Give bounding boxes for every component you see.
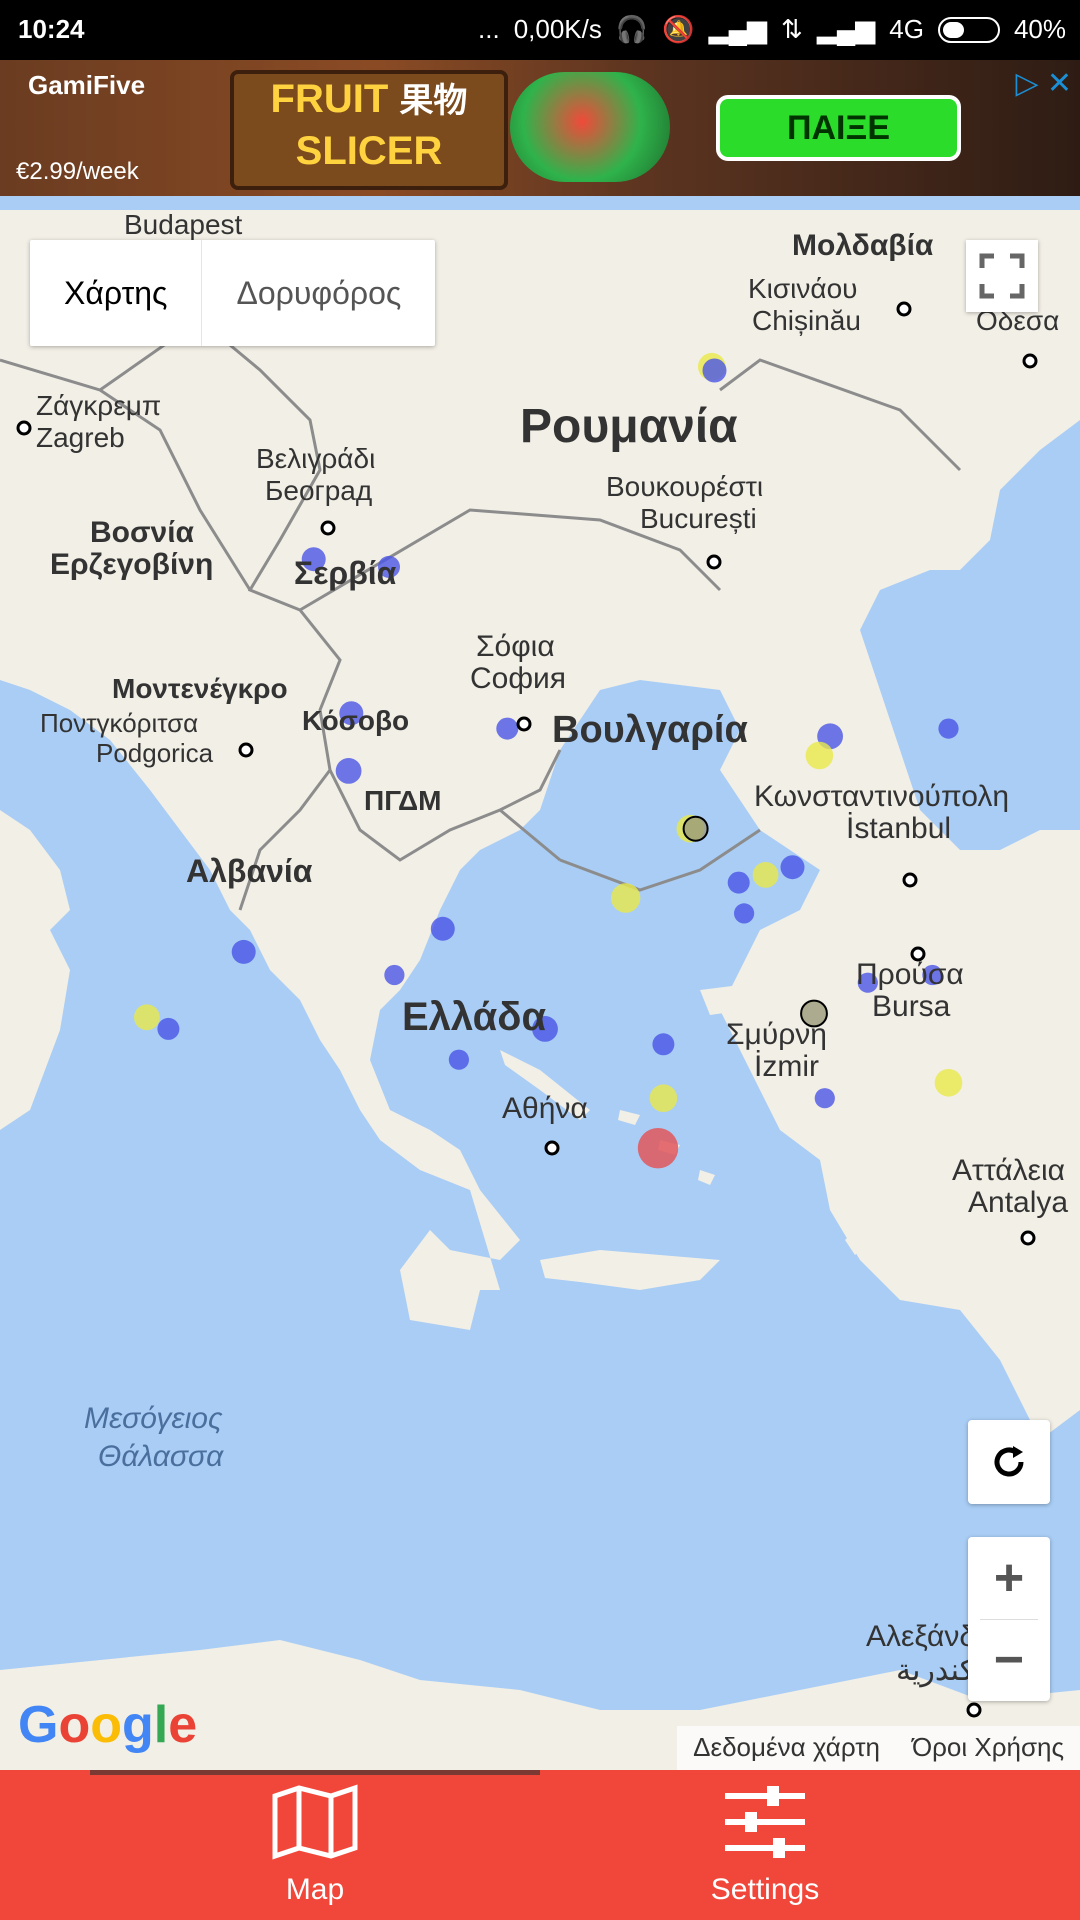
land-italy (0, 810, 70, 1130)
zoom-divider (980, 1619, 1038, 1620)
map-icon (272, 1784, 358, 1860)
earthquake-marker[interactable] (496, 717, 519, 740)
refresh-button[interactable] (968, 1420, 1050, 1504)
earthquake-marker[interactable] (231, 939, 256, 964)
earthquake-marker[interactable] (805, 741, 834, 770)
map-type-satellite[interactable]: Δορυφόρος (202, 240, 435, 346)
ad-title-cjk: 果物 (399, 82, 468, 120)
earthquake-marker[interactable] (938, 718, 959, 739)
nav-map[interactable]: Map (165, 1784, 465, 1907)
nav-map-label: Map (285, 1873, 345, 1906)
fullscreen-button[interactable] (966, 240, 1038, 312)
nav-settings-label: Settings (710, 1873, 820, 1906)
earthquake-marker[interactable] (752, 862, 779, 888)
refresh-icon (994, 1446, 1024, 1477)
zoom-control: + − (968, 1537, 1050, 1701)
nav-settings[interactable]: Settings (615, 1784, 915, 1907)
earthquake-marker[interactable] (301, 547, 326, 572)
earthquake-marker[interactable] (780, 855, 805, 880)
ad-brand: GamiFive (28, 70, 146, 100)
map-type-map[interactable]: Χάρτης (30, 240, 203, 346)
earthquake-marker[interactable] (339, 701, 364, 726)
earthquake-marker[interactable] (734, 903, 755, 924)
notification-dots: ... (478, 14, 500, 44)
network-speed: 0,00K/s (513, 14, 602, 44)
earthquake-marker[interactable] (857, 972, 878, 993)
land-europe (0, 210, 1080, 1440)
ad-price: €2.99/week (16, 158, 139, 185)
ad-title-line1: FRUIT (270, 77, 389, 121)
google-logo: Google (18, 1696, 198, 1754)
ad-play-button[interactable]: ΠΑΙΞΕ (716, 95, 961, 161)
map-type-control: Χάρτης Δορυφόρος (30, 240, 436, 346)
earthquake-marker[interactable] (378, 555, 400, 578)
earthquake-marker[interactable] (532, 1016, 558, 1042)
earthquake-marker[interactable] (335, 758, 362, 784)
earthquake-marker[interactable] (702, 358, 727, 383)
battery-icon (937, 16, 1000, 43)
silent-icon: 🔕 (662, 14, 695, 44)
earthquake-marker[interactable] (934, 1069, 963, 1097)
earthquake-marker[interactable] (800, 999, 828, 1028)
earthquake-marker[interactable] (384, 964, 405, 986)
battery-fill (942, 21, 964, 38)
settings-sliders-icon (725, 1786, 805, 1858)
fullscreen-icon (979, 253, 1025, 299)
terms-link[interactable]: Όροι Χρήσης (895, 1726, 1080, 1770)
selected-tab-indicator (90, 1770, 540, 1775)
data-transfer-icon: ⇅ (781, 14, 803, 44)
earthquake-marker[interactable] (637, 1128, 679, 1169)
zoom-out-button[interactable]: − (968, 1619, 1050, 1701)
land-lesvos (700, 985, 745, 1015)
earthquake-marker[interactable] (430, 916, 455, 941)
ad-choices-icon[interactable]: ▷ ✕ (1015, 66, 1072, 101)
status-icons: ... 0,00K/s 🎧 🔕 ▂▄▆ ⇅ ▂▄▆ 4G 40% (478, 14, 1066, 45)
earthquake-marker[interactable] (134, 1004, 160, 1031)
land-evia (500, 1050, 590, 1120)
bottom-navigation: Map Settings (0, 1770, 1080, 1920)
headphones-icon: 🎧 (615, 14, 649, 44)
ad-banner[interactable]: GamiFive €2.99/week FRUIT 果物 SLICER ΠΑΙΞ… (0, 60, 1080, 196)
clock: 10:24 (18, 14, 85, 44)
network-type: 4G (889, 14, 924, 44)
earthquake-marker[interactable] (157, 1017, 180, 1040)
status-bar: 10:24 ... 0,00K/s 🎧 🔕 ▂▄▆ ⇅ ▂▄▆ 4G 40% (0, 0, 1080, 60)
map-attribution: Δεδομένα χάρτη Όροι Χρήσης (677, 1726, 1080, 1770)
earthquake-marker[interactable] (682, 815, 709, 842)
earthquake-marker[interactable] (922, 964, 943, 986)
map-data-link[interactable]: Δεδομένα χάρτη (677, 1726, 896, 1770)
land-crete (540, 1250, 720, 1290)
ad-game-logo: FRUIT 果物 SLICER (230, 70, 508, 190)
battery-percent: 40% (1013, 14, 1066, 44)
watermelon-image (510, 72, 670, 182)
signal-icon: ▂▄▆ (708, 14, 768, 44)
earthquake-marker[interactable] (649, 1084, 678, 1112)
map-view[interactable]: Budapest Μολδαβία Κισινάου Chișinău Οδεσ… (0, 210, 1080, 1770)
earthquake-marker[interactable] (611, 883, 641, 913)
earthquake-marker[interactable] (448, 1049, 469, 1070)
map-canvas (0, 210, 1080, 1770)
earthquake-marker[interactable] (652, 1033, 675, 1056)
earthquake-marker[interactable] (727, 871, 750, 894)
signal-icon-2: ▂▄▆ (816, 14, 876, 44)
ad-title-line2: SLICER (295, 129, 443, 173)
zoom-in-button[interactable]: + (968, 1537, 1050, 1619)
earthquake-marker[interactable] (814, 1088, 835, 1109)
